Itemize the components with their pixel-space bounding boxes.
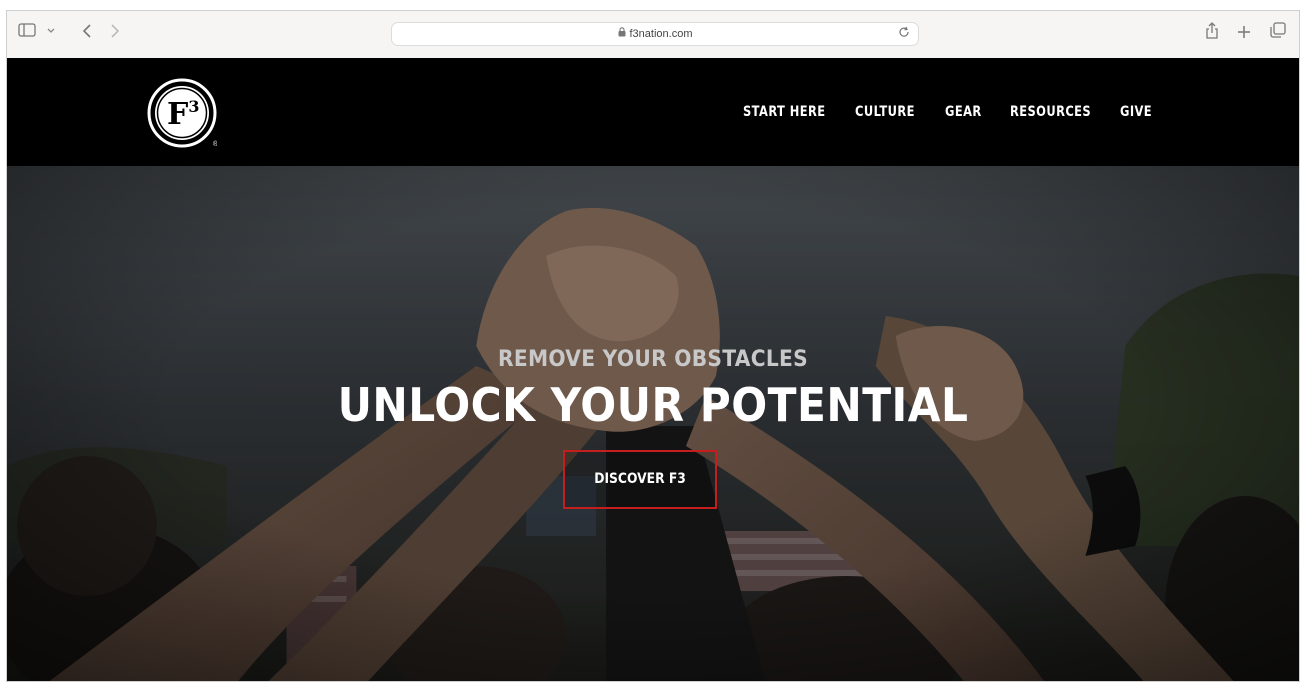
reload-icon[interactable] (898, 23, 910, 45)
f3-logo[interactable]: F3 ® (147, 78, 219, 148)
lock-icon (618, 23, 626, 45)
address-bar[interactable]: f3nation.com (391, 22, 919, 46)
chevron-down-icon[interactable] (45, 22, 57, 44)
forward-icon[interactable] (107, 22, 123, 44)
share-icon[interactable] (1203, 22, 1221, 44)
hero-subtitle: REMOVE YOUR OBSTACLES (497, 347, 809, 372)
nav-resources[interactable]: RESOURCES (1010, 101, 1091, 123)
plus-icon[interactable] (1235, 22, 1253, 44)
nav-gear[interactable]: GEAR (945, 101, 982, 123)
hero-section: REMOVE YOUR OBSTACLES UNLOCK YOUR POTENT… (7, 166, 1299, 681)
nav-culture[interactable]: CULTURE (855, 101, 915, 123)
nav-start-here[interactable]: START HERE (743, 101, 825, 123)
url-text-wrapper: f3nation.com (392, 23, 918, 45)
sidebar-icon[interactable] (17, 22, 37, 44)
discover-f3-button[interactable]: DISCOVER F3 (563, 450, 717, 509)
url-text: f3nation.com (629, 28, 693, 40)
back-icon[interactable] (79, 22, 95, 44)
browser-toolbar: f3nation.com (7, 11, 1299, 59)
nav-give[interactable]: GIVE (1120, 101, 1152, 123)
tabs-overview-icon[interactable] (1269, 22, 1287, 44)
discover-f3-label: DISCOVER F3 (594, 471, 686, 487)
browser-window: f3nation.com F3 ® START (6, 10, 1300, 682)
hero-title: UNLOCK YOUR POTENTIAL (337, 378, 969, 432)
registered-mark: ® (213, 140, 217, 148)
site-header: F3 ® START HERE CULTURE GEAR RESOURCES G… (7, 58, 1299, 166)
